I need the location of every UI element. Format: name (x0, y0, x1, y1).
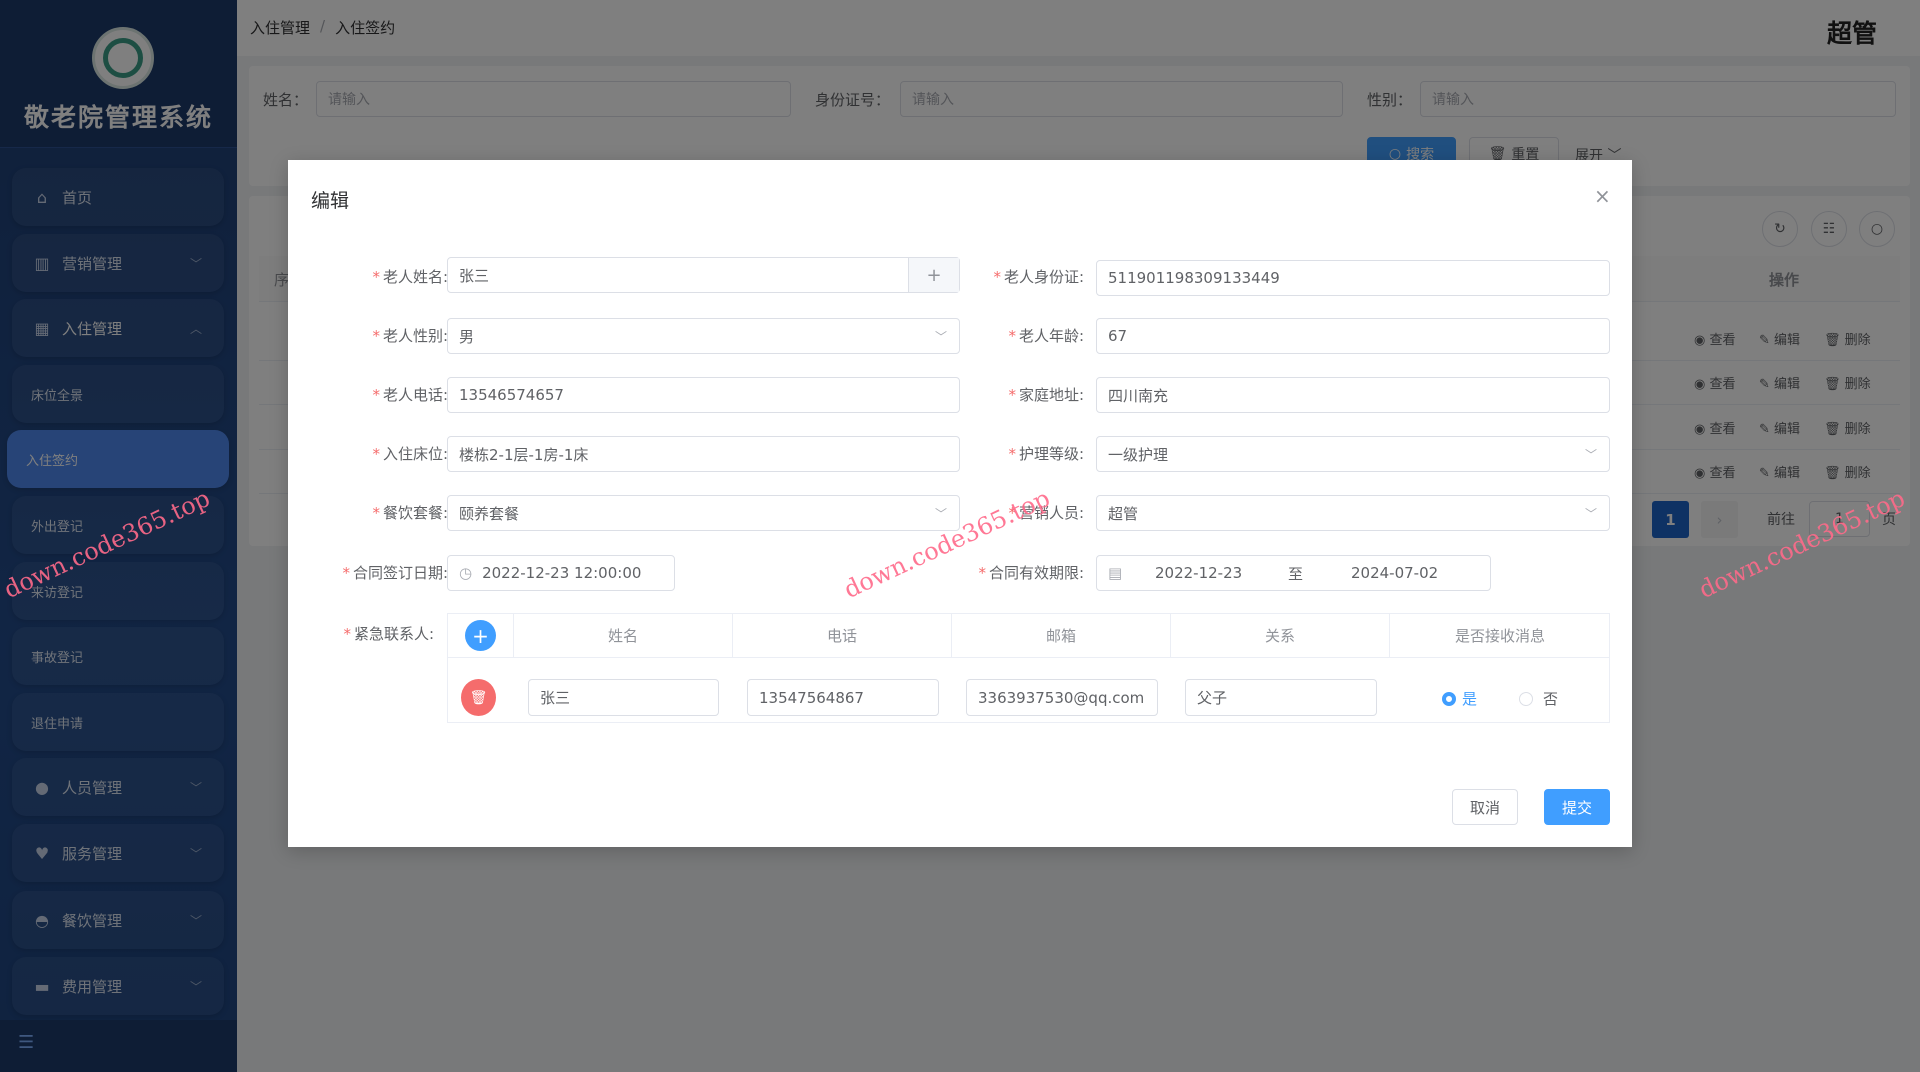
label-sign-date: * 合同签订日期: (342, 564, 448, 582)
label-text: 紧急联系人: (353, 625, 434, 643)
bed-input[interactable]: 楼栋2-1层-1房-1床 (447, 436, 960, 472)
value: 男 (459, 327, 475, 346)
label-address: * 家庭地址: (1008, 386, 1084, 404)
range-end: 2024-07-02 (1351, 564, 1439, 582)
radio-checked-icon (1442, 691, 1456, 706)
edit-dialog: 编辑 × * 老人姓名: 张三 + * 老人身份证: 511901198309133… (288, 160, 1632, 847)
trash-icon: 🗑 (469, 689, 488, 706)
range-separator: 至 (1288, 564, 1304, 583)
value: 511901198309133449 (1108, 269, 1280, 287)
radio-label: 是 (1462, 690, 1478, 708)
contact-name-input[interactable]: 张三 (528, 679, 719, 716)
delete-contact-button[interactable]: 🗑 (461, 679, 496, 716)
sales-select[interactable]: 超管 ﹀ (1096, 495, 1610, 531)
divider (448, 657, 1609, 658)
label-age: * 老人年龄: (1008, 327, 1084, 345)
close-button[interactable]: × (1594, 184, 1611, 208)
value: 超管 (1108, 504, 1139, 523)
clock-icon: ◷ (459, 564, 473, 582)
radio-yes[interactable]: 是 (1442, 688, 1477, 709)
label-bed: * 入住床位: (372, 445, 448, 463)
range-start: 2022-12-23 (1155, 564, 1243, 582)
plus-icon: + (472, 623, 489, 648)
value: 张三 (459, 266, 490, 285)
label-meal: * 餐饮套餐: (372, 504, 448, 522)
value: 3363937530@qq.com (978, 688, 1145, 707)
id-card-input[interactable]: 511901198309133449 (1096, 260, 1610, 296)
radio-no[interactable]: 否 (1519, 688, 1558, 709)
label-text: 老人姓名: (382, 268, 448, 286)
value: 父子 (1197, 689, 1228, 707)
label-phone: * 老人电话: (372, 386, 448, 404)
column-header: 电话 (733, 614, 952, 657)
contacts-table: + 姓名 电话 邮箱 关系 是否接收消息 🗑 张三 13547564867 33… (447, 613, 1610, 723)
label-care-level: * 护理等级: (1008, 445, 1084, 463)
contact-relation-input[interactable]: 父子 (1185, 679, 1377, 716)
submit-button[interactable]: 提交 (1544, 789, 1610, 825)
close-icon: × (1594, 184, 1611, 208)
contact-email-input[interactable]: 3363937530@qq.com (966, 679, 1158, 716)
label-text: 老人身份证: (1003, 268, 1084, 286)
add-contact-cell: + (448, 614, 514, 657)
chevron-down-icon: ﹀ (1584, 506, 1597, 521)
label-valid-range: * 合同有效期限: (978, 564, 1084, 582)
label-gender: * 老人性别: (372, 327, 448, 345)
sign-date-picker[interactable]: ◷ 2022-12-23 12:00:00 (447, 555, 675, 591)
value: 2022-12-23 12:00:00 (482, 564, 642, 582)
meal-select[interactable]: 颐养套餐 ﹀ (447, 495, 960, 531)
column-header: 邮箱 (952, 614, 1171, 657)
radio-label: 否 (1543, 690, 1559, 708)
age-input[interactable]: 67 (1096, 318, 1610, 354)
value: 颐养套餐 (459, 504, 520, 523)
value: 67 (1108, 327, 1128, 345)
label-name: * 老人姓名: (372, 268, 448, 286)
value: 张三 (540, 689, 571, 707)
value: 楼栋2-1层-1房-1床 (459, 445, 589, 464)
column-header: 姓名 (514, 614, 733, 657)
label-text: 入住床位: (382, 445, 448, 463)
value: 13547564867 (759, 688, 864, 707)
valid-range-picker[interactable]: ▤ 2022-12-23 至 2024-07-02 (1096, 555, 1491, 591)
calendar-icon: ▤ (1108, 564, 1123, 582)
label-text: 家庭地址: (1018, 386, 1084, 404)
value: 13546574657 (459, 386, 564, 404)
radio-unchecked-icon (1519, 691, 1533, 706)
value: 一级护理 (1108, 445, 1169, 464)
dialog-title: 编辑 (311, 190, 350, 212)
column-header: 是否接收消息 (1454, 627, 1545, 645)
cancel-button[interactable]: 取消 (1452, 789, 1518, 825)
label-text: 老人性别: (382, 327, 448, 345)
name-input[interactable]: 张三 + (447, 257, 960, 293)
add-contact-button[interactable]: + (465, 620, 496, 651)
care-level-select[interactable]: 一级护理 ﹀ (1096, 436, 1610, 472)
label-text: 餐饮套餐: (382, 504, 448, 522)
phone-input[interactable]: 13546574657 (447, 377, 960, 413)
label-id-card: * 老人身份证: (993, 268, 1084, 286)
chevron-down-icon: ﹀ (1584, 447, 1597, 462)
value: 四川南充 (1108, 386, 1169, 405)
contact-phone-input[interactable]: 13547564867 (747, 679, 939, 716)
address-input[interactable]: 四川南充 (1096, 377, 1610, 413)
label-contacts: * 紧急联系人: (343, 625, 434, 643)
label-text: 护理等级: (1018, 445, 1084, 463)
label-text: 合同有效期限: (988, 564, 1084, 582)
label-text: 老人电话: (382, 386, 448, 404)
column-header: 关系 (1171, 614, 1390, 657)
gender-select[interactable]: 男 ﹀ (447, 318, 960, 354)
label-text: 合同签订日期: (352, 564, 448, 582)
label-text: 老人年龄: (1018, 327, 1084, 345)
